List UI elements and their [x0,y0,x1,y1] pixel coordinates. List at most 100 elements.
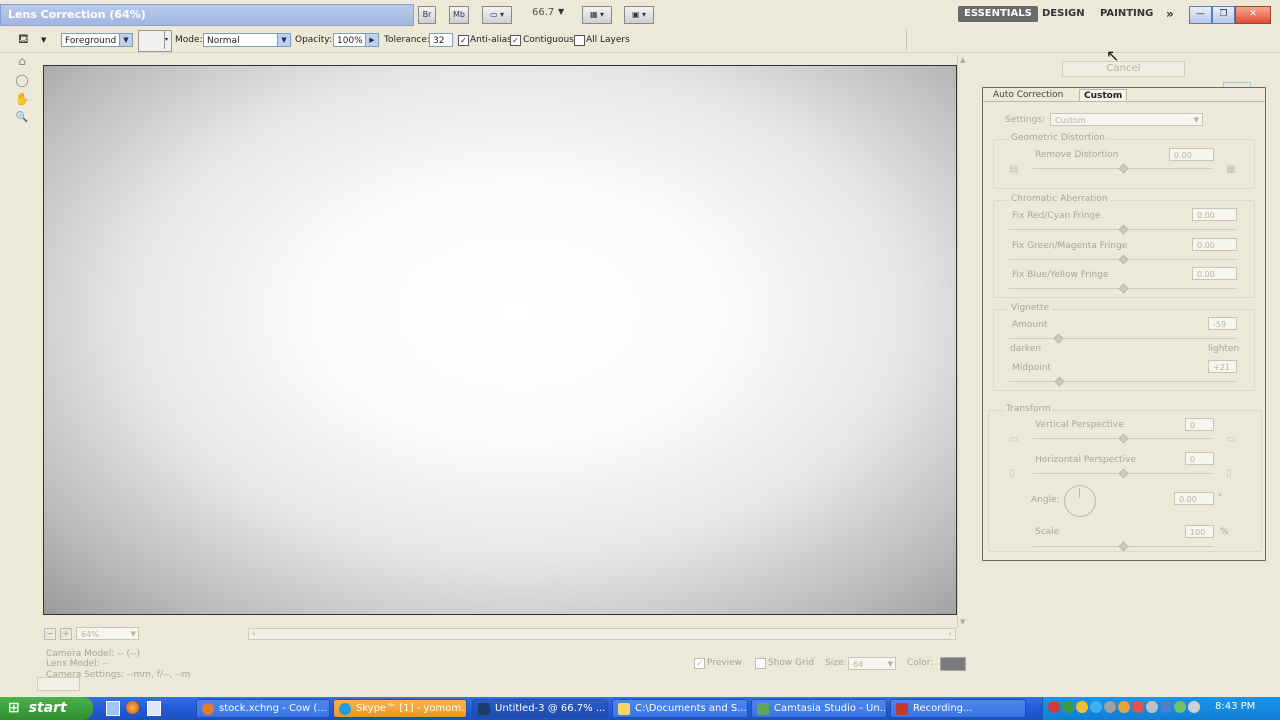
transform-title: Transform [1004,404,1053,414]
grid-color-swatch[interactable] [940,657,966,671]
vignette-amount-label: Amount [1012,320,1048,330]
settings-value: Custom [1055,116,1086,125]
barrel-icon: ▦ [1226,164,1236,175]
angle-dial[interactable] [1064,485,1096,517]
pattern-picker[interactable]: ▾ [138,30,172,52]
tray-security-icon[interactable] [1174,701,1186,713]
zoom-level[interactable]: 66.7 [532,7,554,18]
status-field [37,677,80,691]
tray-display-icon[interactable] [1188,701,1200,713]
view-extras-button[interactable]: ▭ ▾ [482,6,512,24]
vignette-amount-input[interactable]: -59 [1208,317,1237,330]
workspace-essentials[interactable]: ESSENTIALS [958,6,1038,22]
zoom-out-icon[interactable]: − [44,628,56,640]
chromatic-aberration-title: Chromatic Aberration [1009,194,1110,204]
color-label: Color: [907,658,934,668]
workspace-design[interactable]: DESIGN [1036,6,1091,22]
preview-checkbox[interactable]: ✓ [694,658,705,669]
angle-unit: ° [1218,493,1223,503]
start-button[interactable]: ⊞ start [0,697,93,720]
canvas-zoom-value: 64% [81,630,99,639]
tray-app-icon[interactable] [1132,701,1144,713]
task-label: Recording... [913,703,973,714]
red-cyan-input[interactable]: 0.00 [1192,208,1237,221]
settings-select[interactable]: Custom ▼ [1050,113,1203,126]
restore-button[interactable]: ❐ [1212,6,1235,24]
contiguous-checkbox[interactable]: ✓ [510,35,521,46]
folder-icon [618,703,630,715]
remove-distortion-label: Remove Distortion [1035,150,1119,160]
tray-messenger-icon[interactable] [1076,701,1088,713]
tray-update-icon[interactable] [1118,701,1130,713]
bridge-button[interactable]: Br [418,6,436,24]
mode-select[interactable]: Normal ▼ [203,33,291,47]
minimize-button[interactable]: — [1189,6,1212,24]
image-canvas[interactable] [43,65,957,615]
tool-preset-dropdown-icon[interactable]: ▼ [41,36,46,44]
tab-auto-correction[interactable]: Auto Correction [989,89,1067,101]
explorer-quicklaunch-icon[interactable] [147,701,161,716]
zoom-dropdown-icon[interactable]: ▼ [558,7,564,16]
mode-value: Normal [207,36,240,46]
workspace-painting[interactable]: PAINTING [1094,6,1159,22]
scale-label: Scale [1035,527,1060,537]
scroll-down-icon[interactable]: ▼ [960,618,965,626]
opacity-input[interactable]: 100% ▶ [333,33,379,47]
desktop-quicklaunch-icon[interactable] [106,701,120,716]
show-grid-checkbox[interactable] [755,658,766,669]
zoom-tool-icon[interactable]: 🔍 [14,110,30,126]
angle-input[interactable]: 0.00 [1174,492,1214,505]
task-camtasia[interactable]: Camtasia Studio - Un... [751,699,887,718]
task-firefox[interactable]: stock.xchng - Cow (... [196,699,330,718]
green-magenta-input[interactable]: 0.00 [1192,238,1237,251]
firefox-quicklaunch-icon[interactable] [126,701,139,714]
camtasia-icon [757,703,769,715]
grid-size-select[interactable]: 64 ▼ [848,657,896,670]
vertical-scrollbar[interactable]: ▲ ▼ [957,54,971,628]
rotate-tool-icon[interactable]: ◯ [14,72,30,88]
task-label: Untitled-3 @ 66.7% ... [495,703,606,714]
scroll-right-icon[interactable]: › [949,629,952,638]
more-workspaces-icon[interactable]: » [1160,6,1180,22]
scale-input[interactable]: 100 [1185,525,1214,538]
vertical-perspective-input[interactable]: 0 [1185,418,1214,431]
scroll-left-icon[interactable]: ‹ [252,629,255,638]
cancel-button[interactable]: Cancel [1062,61,1185,77]
window-title: Lens Correction (64%) [8,8,146,21]
tray-skype-icon[interactable] [1090,701,1102,713]
scroll-up-icon[interactable]: ▲ [960,56,965,64]
scale-unit: % [1220,527,1229,537]
hand-tool-icon[interactable]: ✋ [14,91,30,107]
mouse-cursor-icon: ↖ [1106,46,1120,65]
anti-alias-checkbox[interactable]: ✓ [458,35,469,46]
arrange-documents-button[interactable]: ▦ ▾ [582,6,612,24]
tray-antivirus-icon[interactable] [1048,701,1060,713]
straighten-tool-icon[interactable]: ⌂ [14,53,30,69]
canvas-zoom-select[interactable]: 64% ▼ [76,627,139,640]
minibridge-button[interactable]: Mb [449,6,469,24]
task-label: C:\Documents and S... [635,703,747,714]
screen-mode-button[interactable]: ▣ ▾ [624,6,654,24]
tray-bluetooth-icon[interactable] [1160,701,1172,713]
clock[interactable]: 8:43 PM [1215,701,1255,712]
horizontal-scrollbar[interactable]: ‹ › [248,628,956,640]
tolerance-input[interactable]: 32 [429,33,453,47]
fill-source-select[interactable]: Foreground ▼ [61,33,133,47]
angle-label: Angle: [1031,495,1060,505]
task-photoshop[interactable]: Untitled-3 @ 66.7% ... [472,699,608,718]
zoom-in-icon[interactable]: + [60,628,72,640]
all-layers-checkbox[interactable] [574,35,585,46]
midpoint-input[interactable]: +21 [1208,360,1237,373]
close-button[interactable]: ✕ [1235,6,1271,24]
tray-usb-icon[interactable] [1146,701,1158,713]
settings-label: Settings: [1005,115,1045,125]
tray-volume-icon[interactable] [1104,701,1116,713]
remove-distortion-input[interactable]: 0.00 [1169,148,1214,161]
blue-yellow-input[interactable]: 0.00 [1192,267,1237,280]
horizontal-perspective-input[interactable]: 0 [1185,452,1214,465]
paint-bucket-icon[interactable]: ⛾ [18,32,29,49]
task-explorer[interactable]: C:\Documents and S... [612,699,748,718]
task-recording[interactable]: Recording... [890,699,1026,718]
task-skype[interactable]: Skype™ [1] - yomom... [333,699,467,718]
tray-network-icon[interactable] [1062,701,1074,713]
